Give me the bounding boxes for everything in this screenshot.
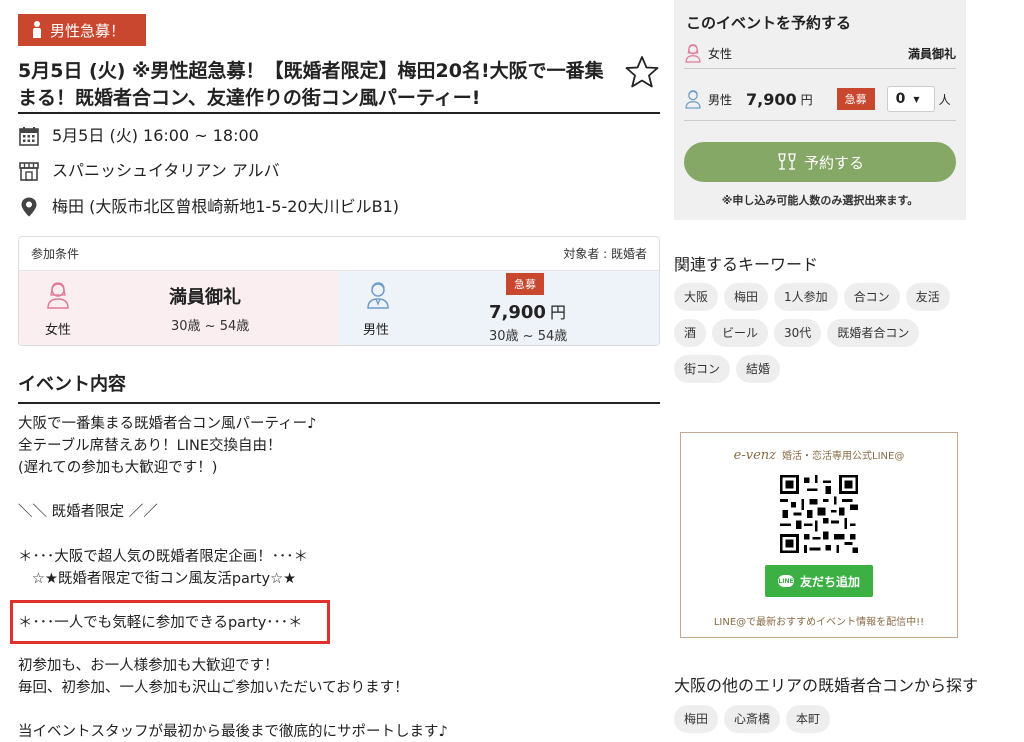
body-paragraph-1: 大阪で一番集まる既婚者合コン風パーティー♪ 全テーブル席替えあり！LINE交換自… [18, 416, 317, 476]
body-paragraph-6: 当イベントスタッフが最初から最後まで徹底的にサポートします♪ [18, 724, 448, 740]
info-venue: スパニッシュイタリアン アルバ [18, 160, 280, 182]
male-price: 7,900 円 [489, 299, 566, 323]
keyword-tag[interactable]: 1人参加 [774, 283, 838, 311]
area-tag[interactable]: 梅田 [674, 705, 719, 733]
keyword-tag[interactable]: 既婚者合コン [827, 319, 920, 347]
female-status: 満員御礼 [169, 287, 241, 308]
body-paragraph-5: 初参加も、お一人様参加も大歓迎です！ 毎回、初参加、一人参加も沢山ご参加いただい… [18, 658, 409, 696]
wine-glasses-icon [778, 153, 796, 170]
male-quantity-select[interactable]: 0 ▼ [886, 86, 935, 112]
line-promo-note: LINE@で最新おすすめイベント情報を配信中!! [713, 617, 925, 628]
booking-female-row: 女性 満員御礼 [684, 42, 956, 64]
section-divider [18, 402, 660, 404]
keyword-tag[interactable]: 大阪 [674, 283, 719, 311]
favorite-star-icon[interactable] [624, 54, 660, 90]
keyword-tag[interactable]: 友活 [905, 283, 950, 311]
booking-divider [684, 68, 956, 69]
keyword-tag[interactable]: 結婚 [736, 355, 781, 383]
area-tags: 梅田 心斎橋 本町 [674, 705, 974, 733]
keyword-tag[interactable]: 酒 [674, 319, 707, 347]
male-label: 男性 [363, 323, 390, 338]
conditions-header: 参加条件 対象者 : 既婚者 [19, 237, 659, 271]
other-areas-title: 大阪の他のエリアの既婚者合コンから探す [674, 676, 979, 695]
body-paragraph-4: ＊･･･一人でも気軽に参加できるparty･･･＊ [18, 615, 303, 631]
male-price-unit: 円 [549, 303, 566, 322]
body-paragraph-2: ＼＼ 既婚者限定 ／／ [18, 504, 158, 520]
event-address: 梅田 (大阪市北区曾根崎新地1-5-20大川ビルB1) [52, 197, 399, 216]
booking-yen: 円 [800, 92, 813, 107]
body-paragraph-3: ＊･･･大阪で超人気の既婚者限定企画！･･･＊ ☆★既婚者限定で街コン風友活pa… [18, 549, 308, 587]
booking-note: ※申し込み可能人数のみ選択出来ます。 [721, 194, 919, 207]
add-friend-label: 友だち追加 [799, 574, 860, 589]
line-promo-banner[interactable]: e-venz 婚活・恋活専用公式LINE@ LINE 友だち追加 LINE@で最新… [680, 432, 958, 638]
event-datetime: 5月5日 (火) 16:00 ~ 18:00 [52, 126, 259, 145]
quantity-unit: 人 [938, 92, 951, 107]
male-price-value: 7,900 [489, 302, 546, 323]
booking-female-label: 女性 [708, 46, 733, 61]
line-promo-subtitle: 婚活・恋活専用公式LINE@ [782, 451, 905, 462]
booking-title: このイベントを予約する [686, 14, 852, 32]
area-tag[interactable]: 本町 [786, 705, 831, 733]
info-address: 梅田 (大阪市北区曾根崎新地1-5-20大川ビルB1) [18, 196, 399, 218]
male-avatar-icon [685, 90, 701, 109]
booking-panel: このイベントを予約する 女性 満員御礼 男性 7,900 円 急募 0 ▼ 人 予… [674, 0, 966, 220]
male-condition: 男性 急募 7,900 円 30歳 ~ 54歳 [339, 271, 659, 345]
male-avatar-icon [367, 282, 389, 309]
info-datetime: 5月5日 (火) 16:00 ~ 18:00 [18, 125, 259, 147]
male-urgent-tag: 急募 [506, 273, 544, 295]
shop-icon [19, 162, 39, 181]
keyword-tags: 大阪 梅田 1人参加 合コン 友活酒ビール 30代 既婚者合コン街コン 結婚 [674, 283, 974, 383]
qr-code-icon [780, 475, 858, 553]
female-condition: 女性 満員御礼 30歳 ~ 54歳 [19, 271, 339, 345]
keyword-tag[interactable]: ビール [712, 319, 769, 347]
brand-logo: e-venz [733, 448, 777, 463]
booking-divider-2 [684, 120, 956, 121]
section-title: イベント内容 [18, 374, 126, 395]
reserve-button[interactable]: 予約する [684, 142, 956, 182]
badge-label: 男性急募！ [50, 21, 126, 40]
keyword-tag[interactable]: 合コン [843, 283, 900, 311]
female-label: 女性 [45, 323, 72, 338]
calendar-icon [19, 127, 39, 146]
booking-urgent-tag: 急募 [836, 88, 875, 110]
area-tag[interactable]: 心斎橋 [724, 705, 781, 733]
reserve-label: 予約する [803, 153, 864, 172]
keyword-tag[interactable]: 30代 [774, 319, 822, 347]
title-divider [18, 112, 660, 114]
booking-male-label: 男性 [708, 92, 733, 107]
female-avatar-icon [47, 282, 69, 309]
event-venue[interactable]: スパニッシュイタリアン アルバ [52, 160, 280, 182]
booking-female-status: 満員御礼 [907, 46, 956, 61]
target-audience: 対象者 : 既婚者 [563, 247, 647, 261]
map-pin-icon [21, 197, 37, 217]
line-icon: LINE [777, 575, 794, 587]
female-age-range: 30歳 ~ 54歳 [171, 319, 250, 334]
participation-conditions: 参加条件 対象者 : 既婚者 女性 満員御礼 30歳 ~ 54歳 男性 急募 7… [18, 236, 660, 346]
female-avatar-icon [685, 44, 701, 63]
male-urgent-badge: 男性急募！ [18, 14, 146, 46]
keywords-title: 関連するキーワード [674, 255, 819, 274]
person-icon [32, 21, 42, 39]
chevron-down-icon: ▼ [913, 94, 920, 104]
conditions-label: 参加条件 [31, 247, 80, 261]
quantity-value: 0 [895, 91, 906, 107]
keyword-tag[interactable]: 梅田 [724, 283, 769, 311]
booking-male-row: 男性 7,900 円 急募 0 ▼ 人 [684, 86, 956, 112]
event-title: 5月5日 (火) ※男性超急募！【既婚者限定】梅田20名!大阪で一番集まる！既婚… [18, 60, 604, 109]
keyword-tag[interactable]: 街コン [674, 355, 731, 383]
add-friend-button[interactable]: LINE 友だち追加 [765, 565, 873, 597]
booking-male-price: 7,900 [746, 89, 797, 109]
line-promo-header: e-venz 婚活・恋活専用公式LINE@ [681, 447, 957, 463]
male-age-range: 30歳 ~ 54歳 [489, 329, 568, 344]
